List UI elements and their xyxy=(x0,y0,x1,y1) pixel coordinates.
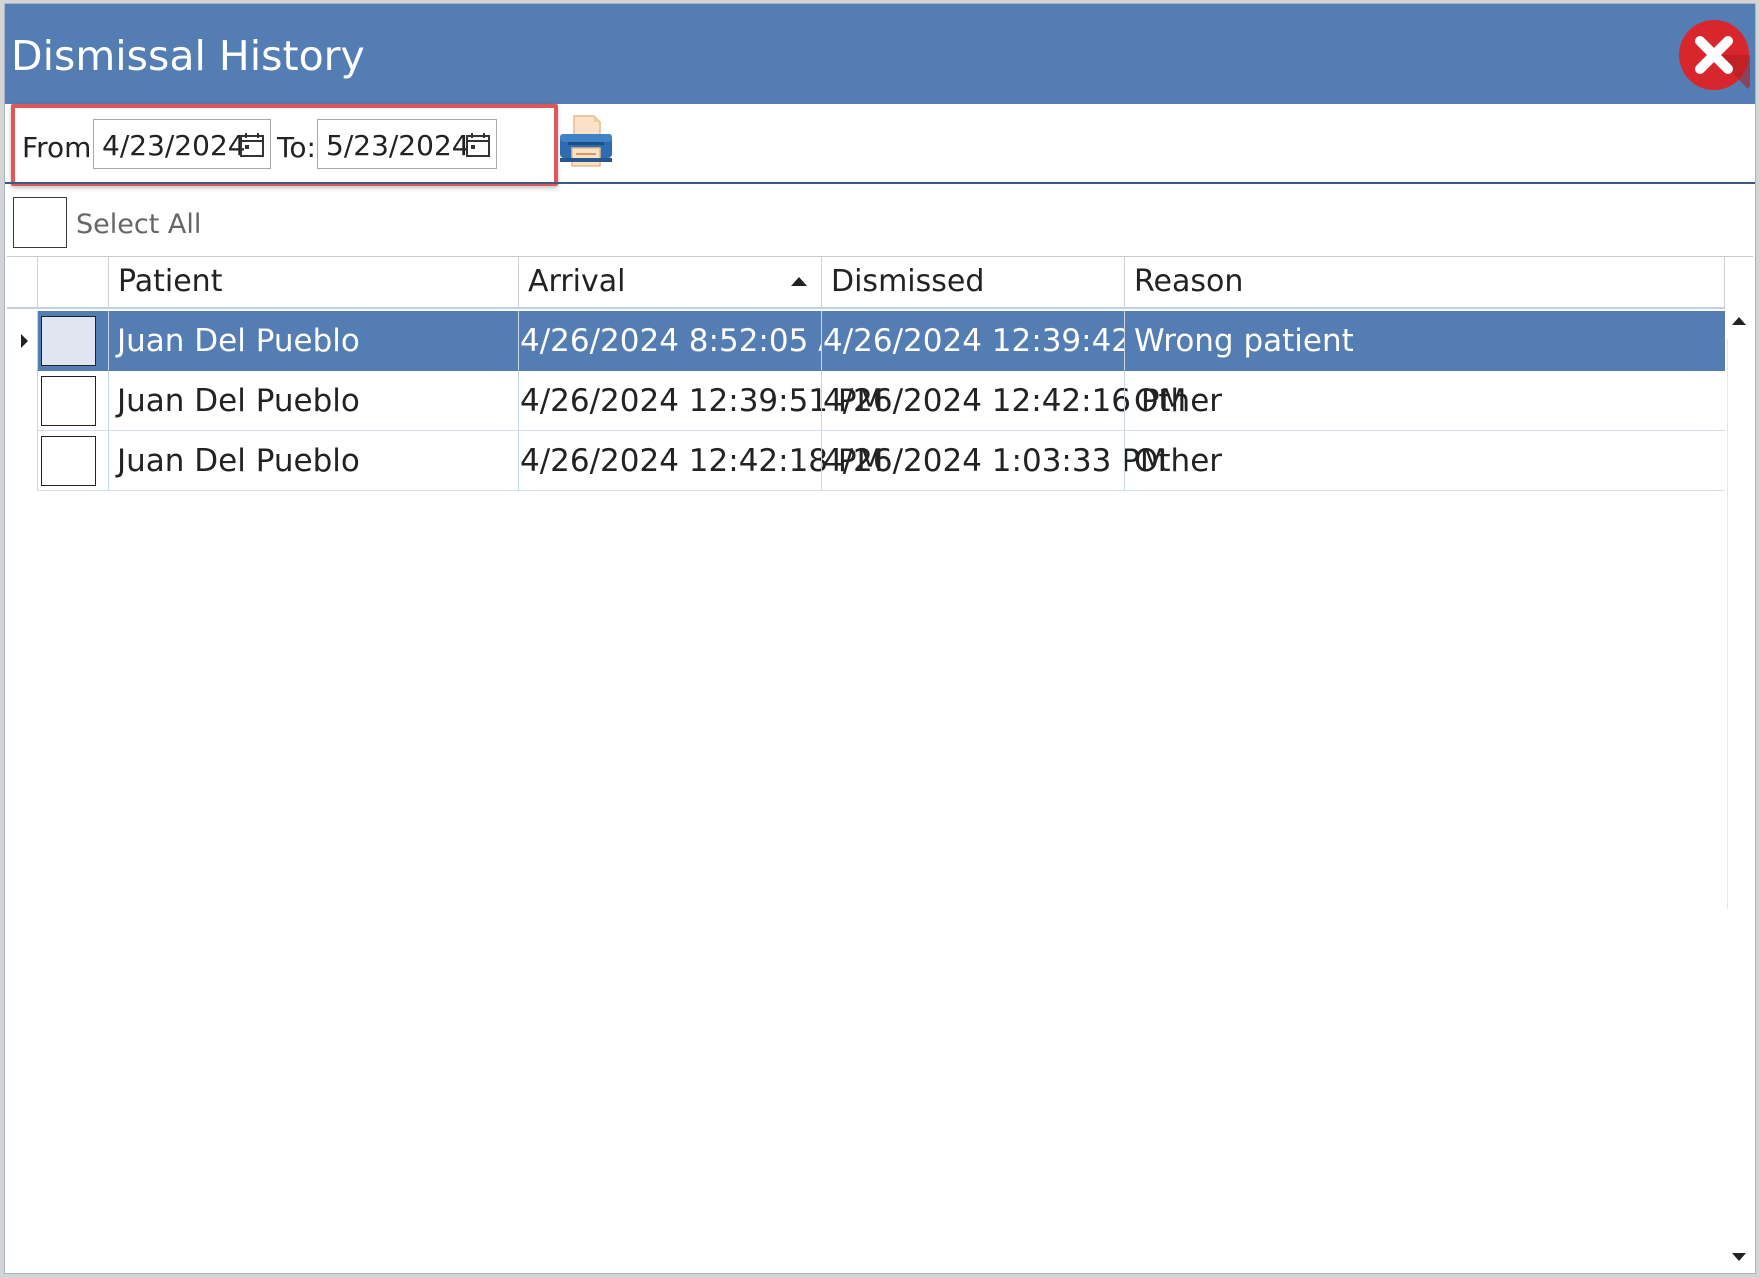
row-checkbox[interactable] xyxy=(41,436,96,486)
current-row-arrow-icon xyxy=(21,334,28,348)
row-checkbox-cell xyxy=(37,431,108,491)
from-label: From: xyxy=(22,131,101,164)
printer-icon xyxy=(560,115,612,167)
cell-arrival: 4/26/2024 8:52:05 AM xyxy=(518,311,866,371)
window-title: Dismissal History xyxy=(11,32,365,80)
row-checkbox[interactable] xyxy=(41,376,96,426)
scroll-down-arrow-icon[interactable] xyxy=(1732,1253,1746,1261)
cell-arrival: 4/26/2024 12:39:51 PM xyxy=(518,371,883,431)
sort-ascending-icon xyxy=(791,277,807,286)
header-checkbox-column xyxy=(37,257,108,307)
scroll-up-arrow-icon[interactable] xyxy=(1732,317,1746,325)
cell-dismissed: 4/26/2024 12:42:16 PM xyxy=(821,371,1186,431)
cell-reason: Other xyxy=(1124,431,1725,491)
print-button[interactable] xyxy=(558,112,614,172)
to-date-picker[interactable]: 5/23/2024 xyxy=(317,119,497,169)
cell-reason: Wrong patient xyxy=(1124,311,1725,371)
calendar-icon[interactable] xyxy=(238,131,266,159)
cell-reason: Other xyxy=(1124,371,1725,431)
table-row[interactable]: Juan Del Pueblo 4/26/2024 8:52:05 AM 4/2… xyxy=(7,311,1725,371)
row-checkbox-cell xyxy=(37,371,108,431)
select-all-label: Select All xyxy=(76,209,202,240)
calendar-icon[interactable] xyxy=(464,131,492,159)
row-indicator xyxy=(7,431,37,491)
row-checkbox[interactable] xyxy=(41,316,96,366)
date-range-filter: From: 4/23/2024 To: 5/23/2024 xyxy=(11,104,558,186)
from-date-value: 4/23/2024 xyxy=(102,129,246,162)
cell-dismissed: 4/26/2024 1:03:33 PM xyxy=(821,431,1167,491)
title-bar: Dismissal History xyxy=(5,4,1755,104)
vertical-scrollbar[interactable] xyxy=(1727,309,1753,1269)
to-label: To: xyxy=(277,131,316,164)
cell-dismissed: 4/26/2024 12:39:42 PM xyxy=(821,311,1186,371)
select-all-checkbox[interactable] xyxy=(13,197,67,248)
grid-header: Patient Arrival Dismissed Reason xyxy=(7,257,1725,309)
column-header-dismissed[interactable]: Dismissed xyxy=(821,257,1124,307)
toolbar-divider xyxy=(5,182,1755,184)
table-row[interactable]: Juan Del Pueblo 4/26/2024 12:42:18 PM 4/… xyxy=(7,431,1725,491)
scrollbar-track[interactable] xyxy=(1727,339,1728,909)
dismissal-history-window: Dismissal History From: 4/23/2024 To: 5/… xyxy=(4,3,1756,1274)
column-header-patient[interactable]: Patient xyxy=(108,257,518,307)
row-indicator xyxy=(7,371,37,431)
cell-arrival: 4/26/2024 12:42:18 PM xyxy=(518,431,883,491)
close-button[interactable] xyxy=(1678,19,1750,91)
cell-patient: Juan Del Pueblo xyxy=(108,431,518,491)
row-indicator xyxy=(7,311,37,371)
from-date-picker[interactable]: 4/23/2024 xyxy=(93,119,271,169)
column-header-arrival[interactable]: Arrival xyxy=(518,257,821,307)
cell-patient: Juan Del Pueblo xyxy=(108,311,518,371)
close-icon xyxy=(1679,20,1750,90)
row-checkbox-cell xyxy=(37,311,108,371)
dismissal-grid: Patient Arrival Dismissed Reason Juan De… xyxy=(7,256,1753,1270)
to-date-value: 5/23/2024 xyxy=(326,129,470,162)
cell-patient: Juan Del Pueblo xyxy=(108,371,518,431)
table-row[interactable]: Juan Del Pueblo 4/26/2024 12:39:51 PM 4/… xyxy=(7,371,1725,431)
column-header-arrival-label: Arrival xyxy=(528,264,626,299)
column-header-reason[interactable]: Reason xyxy=(1124,257,1725,307)
